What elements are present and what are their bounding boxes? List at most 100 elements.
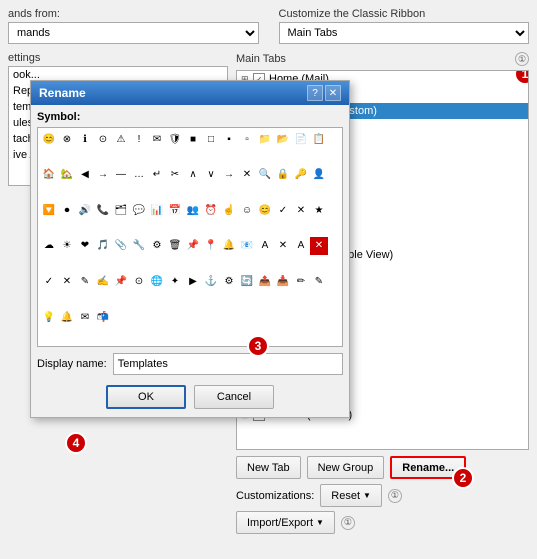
symbol-cell[interactable]: 💡: [40, 308, 58, 326]
symbol-cell[interactable]: ■: [184, 130, 202, 148]
symbol-cell[interactable]: 📁: [256, 130, 274, 148]
symbol-cell[interactable]: 📍: [202, 237, 220, 255]
symbol-cell[interactable]: ☁: [40, 237, 58, 255]
symbol-cell[interactable]: ✕: [292, 201, 310, 219]
symbol-cell[interactable]: ✎: [310, 273, 328, 291]
symbol-cell[interactable]: A: [292, 237, 310, 255]
symbol-cell[interactable]: ☝: [220, 201, 238, 219]
symbol-cell[interactable]: 💬: [130, 201, 148, 219]
symbol-cell[interactable]: …: [130, 166, 148, 184]
symbol-cell[interactable]: 📌: [184, 237, 202, 255]
symbol-cell[interactable]: 🏠: [40, 166, 58, 184]
symbol-cell[interactable]: 🔑: [292, 166, 310, 184]
symbol-cell[interactable]: 👤: [310, 166, 328, 184]
dialog-title: Rename: [39, 86, 86, 100]
symbol-cell[interactable]: ✍: [94, 273, 112, 291]
symbol-cell[interactable]: ⚠: [112, 130, 130, 148]
symbol-cell[interactable]: ↵: [148, 166, 166, 184]
symbol-cell[interactable]: ✉: [76, 308, 94, 326]
symbol-cell[interactable]: →: [220, 166, 238, 184]
symbol-cell[interactable]: 🔄: [238, 273, 256, 291]
symbol-cell[interactable]: ⊗: [58, 130, 76, 148]
symbol-cell[interactable]: ★: [310, 201, 328, 219]
symbol-cell[interactable]: ⊙: [130, 273, 148, 291]
dialog-close-button[interactable]: ✕: [325, 85, 341, 101]
symbol-cell[interactable]: ▶: [184, 273, 202, 291]
symbol-cell[interactable]: 🗂: [112, 201, 130, 219]
symbol-cell[interactable]: ⚓: [202, 273, 220, 291]
cancel-button[interactable]: Cancel: [194, 385, 274, 409]
symbol-cell[interactable]: ⚙: [220, 273, 238, 291]
symbol-cell[interactable]: 📎: [112, 237, 130, 255]
symbol-cell[interactable]: ⏰: [202, 201, 220, 219]
symbol-area: Symbol: 😊⊗ℹ⊙⚠!✉🛡■□▪▫📁📂📄📋🏠🏡◀→—…↵✂∧∨→✕🔍🔒🔑👤…: [31, 105, 349, 353]
symbol-cell[interactable]: 📋: [310, 130, 328, 148]
symbol-cell[interactable]: ⏺: [58, 201, 76, 219]
symbol-cell[interactable]: 🛡: [166, 130, 184, 148]
symbol-cell[interactable]: 🔧: [130, 237, 148, 255]
symbol-cell[interactable]: ✓: [274, 201, 292, 219]
ok-button[interactable]: OK: [106, 385, 186, 409]
symbol-cell[interactable]: ☺: [238, 201, 256, 219]
dialog-controls: ? ✕: [307, 85, 341, 101]
symbol-cell[interactable]: 📧: [238, 237, 256, 255]
symbol-cell[interactable]: □: [202, 130, 220, 148]
symbol-cell[interactable]: ✕: [58, 273, 76, 291]
symbol-cell[interactable]: 🔊: [76, 201, 94, 219]
symbol-cell[interactable]: ◀: [76, 166, 94, 184]
symbol-cell[interactable]: 👥: [184, 201, 202, 219]
symbol-cell[interactable]: 📅: [166, 201, 184, 219]
symbol-cell[interactable]: ✕: [238, 166, 256, 184]
dialog-actions: OK Cancel: [31, 381, 349, 417]
symbol-cell[interactable]: 🎵: [94, 237, 112, 255]
symbol-cell[interactable]: A: [256, 237, 274, 255]
badge-3: 3: [247, 335, 269, 357]
symbol-cell[interactable]: ✓: [40, 273, 58, 291]
symbol-cell[interactable]: ∨: [202, 166, 220, 184]
symbol-cell[interactable]: ℹ: [76, 130, 94, 148]
dialog-help-button[interactable]: ?: [307, 85, 323, 101]
display-name-label: Display name:: [37, 358, 107, 370]
symbol-cell[interactable]: ✂: [166, 166, 184, 184]
symbol-cell[interactable]: —: [112, 166, 130, 184]
symbol-cell[interactable]: 📞: [94, 201, 112, 219]
symbol-cell[interactable]: ✉: [148, 130, 166, 148]
dialog-titlebar: Rename ? ✕: [31, 81, 349, 105]
symbol-cell[interactable]: 🔔: [220, 237, 238, 255]
symbol-cell[interactable]: ☀: [58, 237, 76, 255]
symbol-cell[interactable]: 📊: [148, 201, 166, 219]
symbol-cell[interactable]: ∧: [184, 166, 202, 184]
symbol-label: Symbol:: [37, 111, 343, 123]
symbol-cell[interactable]: ✦: [166, 273, 184, 291]
symbol-cell[interactable]: 🔔: [58, 308, 76, 326]
symbol-cell[interactable]: 📥: [274, 273, 292, 291]
symbol-cell[interactable]: 😊: [256, 201, 274, 219]
symbol-cell[interactable]: ✕: [310, 237, 328, 255]
symbol-cell[interactable]: 🌐: [148, 273, 166, 291]
symbol-cell[interactable]: ✎: [76, 273, 94, 291]
symbol-cell[interactable]: 📂: [274, 130, 292, 148]
symbol-cell[interactable]: ⚙: [148, 237, 166, 255]
symbol-cell[interactable]: 📄: [292, 130, 310, 148]
symbol-cell[interactable]: →: [94, 166, 112, 184]
symbol-cell[interactable]: ✏: [292, 273, 310, 291]
symbol-cell[interactable]: 🗑: [166, 237, 184, 255]
symbol-cell[interactable]: 🔽: [40, 201, 58, 219]
symbol-cell[interactable]: ▫: [238, 130, 256, 148]
symbol-cell[interactable]: 📬: [94, 308, 112, 326]
display-name-row: Display name:: [31, 353, 349, 381]
symbol-cell[interactable]: 🔍: [256, 166, 274, 184]
symbol-cell[interactable]: 😊: [40, 130, 58, 148]
symbol-cell[interactable]: ▪: [220, 130, 238, 148]
symbol-cell[interactable]: ✕: [274, 237, 292, 255]
symbol-cell[interactable]: 🏡: [58, 166, 76, 184]
symbol-grid[interactable]: 😊⊗ℹ⊙⚠!✉🛡■□▪▫📁📂📄📋🏠🏡◀→—…↵✂∧∨→✕🔍🔒🔑👤🔽⏺🔊📞🗂💬📊📅…: [37, 127, 343, 347]
symbol-cell[interactable]: ❤: [76, 237, 94, 255]
symbol-cell[interactable]: 🔒: [274, 166, 292, 184]
symbol-cell[interactable]: 📤: [256, 273, 274, 291]
symbol-cell[interactable]: ⊙: [94, 130, 112, 148]
badge-2: 2: [452, 467, 474, 489]
symbol-cell[interactable]: 📌: [112, 273, 130, 291]
display-name-input[interactable]: [113, 353, 343, 375]
symbol-cell[interactable]: !: [130, 130, 148, 148]
